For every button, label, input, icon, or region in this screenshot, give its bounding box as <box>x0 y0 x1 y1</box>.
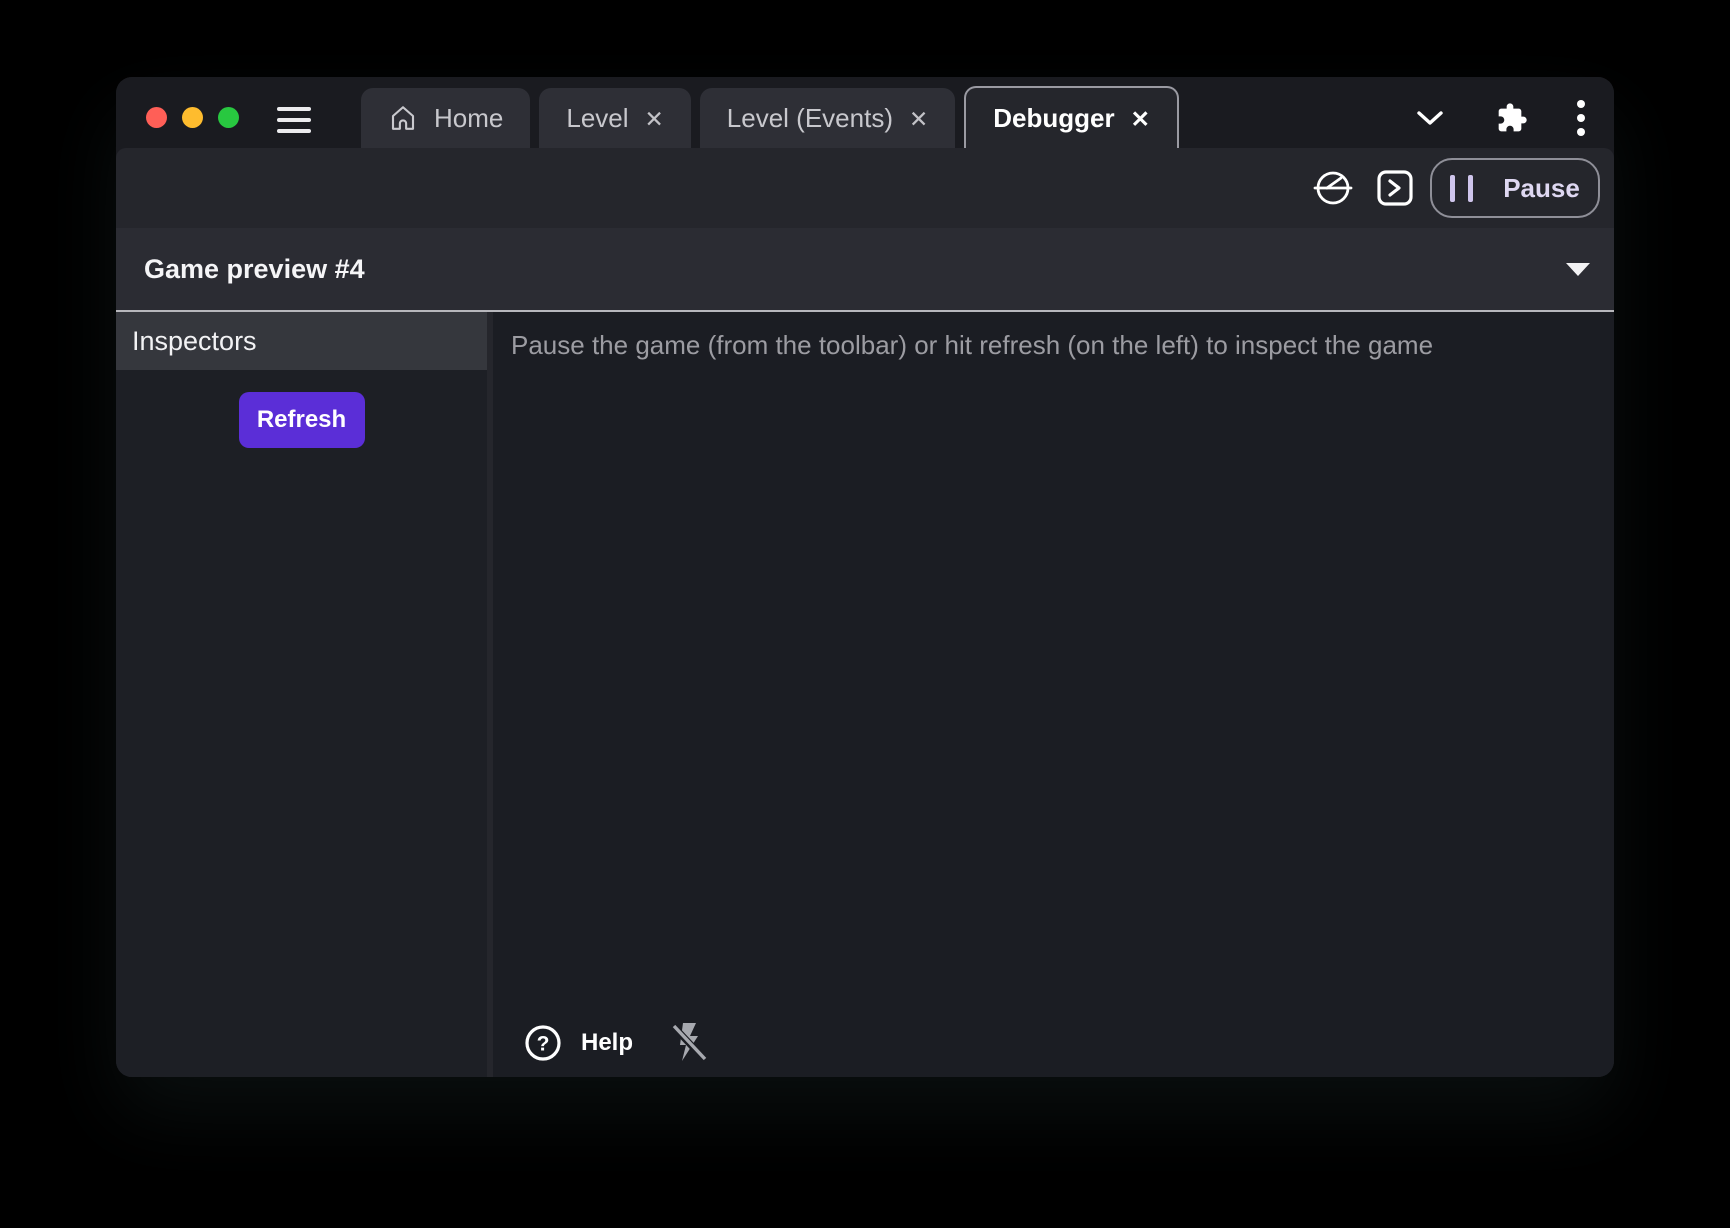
debugger-body: Inspectors Refresh Pause the game (from … <box>116 312 1614 1077</box>
home-icon <box>388 103 418 133</box>
close-icon[interactable]: ✕ <box>645 106 664 131</box>
desktop: Home Level ✕ Level (Events) ✕ Debugger ✕ <box>0 0 1730 1228</box>
app-window: Home Level ✕ Level (Events) ✕ Debugger ✕ <box>116 77 1614 1077</box>
tab-label: Level (Events) <box>727 103 893 134</box>
debugger-panel: Pause Game preview #4 Inspectors Refresh… <box>116 148 1614 1077</box>
tab-bar-actions <box>1416 98 1614 138</box>
tab-label: Home <box>434 103 503 134</box>
sidebar-item-inspectors[interactable]: Inspectors <box>116 312 487 370</box>
preview-header[interactable]: Game preview #4 <box>116 228 1614 312</box>
tab-debugger[interactable]: Debugger ✕ <box>964 86 1179 148</box>
window-controls <box>146 107 239 128</box>
tab-label: Debugger <box>993 103 1114 134</box>
empty-state-message: Pause the game (from the toolbar) or hit… <box>511 330 1614 361</box>
kebab-menu-icon[interactable] <box>1576 98 1586 138</box>
help-icon[interactable]: ? <box>523 1023 563 1063</box>
pause-button-label: Pause <box>1503 173 1580 204</box>
close-icon[interactable]: ✕ <box>1131 106 1150 131</box>
dropdown-arrow-icon[interactable] <box>1566 263 1590 276</box>
tab-bar: Home Level ✕ Level (Events) ✕ Debugger ✕ <box>116 77 1614 148</box>
help-label: Help <box>581 1029 633 1057</box>
flash-off-icon[interactable] <box>671 1021 709 1065</box>
inspectors-sidebar: Inspectors Refresh <box>116 312 487 1077</box>
svg-text:?: ? <box>537 1033 550 1056</box>
hamburger-menu-icon[interactable] <box>277 107 311 133</box>
profiler-gauge-icon[interactable] <box>1312 167 1354 209</box>
pause-button[interactable]: Pause <box>1430 158 1600 218</box>
bottom-actions: ? Help <box>523 1021 709 1065</box>
tab-label: Level <box>566 103 628 134</box>
tab-home[interactable]: Home <box>361 88 530 148</box>
close-window-button[interactable] <box>146 107 167 128</box>
inspectors-label: Inspectors <box>132 326 257 357</box>
tab-level-events[interactable]: Level (Events) ✕ <box>700 88 955 148</box>
tab-level[interactable]: Level ✕ <box>539 88 690 148</box>
refresh-button[interactable]: Refresh <box>239 392 365 448</box>
zoom-window-button[interactable] <box>218 107 239 128</box>
inspector-content: Pause the game (from the toolbar) or hit… <box>493 312 1614 1077</box>
console-icon[interactable] <box>1376 169 1414 207</box>
debugger-toolbar: Pause <box>116 148 1614 228</box>
tab-list: Home Level ✕ Level (Events) ✕ Debugger ✕ <box>361 86 1179 148</box>
extensions-puzzle-icon[interactable] <box>1496 102 1528 134</box>
chevron-down-icon[interactable] <box>1416 109 1444 127</box>
minimize-window-button[interactable] <box>182 107 203 128</box>
pause-icon <box>1450 175 1473 202</box>
close-icon[interactable]: ✕ <box>909 106 928 131</box>
preview-title: Game preview #4 <box>144 254 365 285</box>
